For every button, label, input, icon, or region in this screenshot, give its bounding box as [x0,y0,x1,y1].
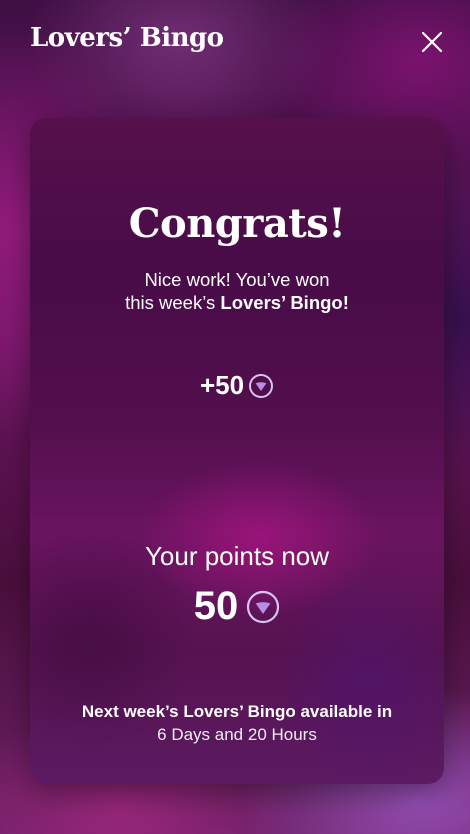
win-message-line2: this week’s Lovers’ Bingo! [30,291,444,314]
points-total: 50 [30,584,444,629]
app-title: Lovers’ Bingo [30,23,224,53]
points-label: Your points now [144,541,330,571]
close-icon [421,31,443,53]
top-bar: Lovers’ Bingo [0,0,470,84]
reward-value: +50 [199,370,245,400]
heart-gem-icon [246,590,280,624]
points-value: 50 [193,584,239,628]
congrats-headline: Congrats! [128,200,346,247]
win-message-bold: Lovers’ Bingo! [220,292,349,313]
heart-gem-icon [248,373,274,399]
reward-amount: +50 [30,370,444,401]
congrats-card: Congrats! Nice work! You’ve won this wee… [30,118,444,784]
win-message: Nice work! You’ve won this week’s Lovers… [30,268,444,314]
countdown-text: 6 Days and 20 Hours [157,725,317,744]
win-message-prefix: this week’s [125,292,221,313]
close-button[interactable] [416,26,448,58]
win-message-line1: Nice work! You’ve won [144,269,330,290]
next-bingo-label: Next week’s Lovers’ Bingo available in [81,702,393,721]
